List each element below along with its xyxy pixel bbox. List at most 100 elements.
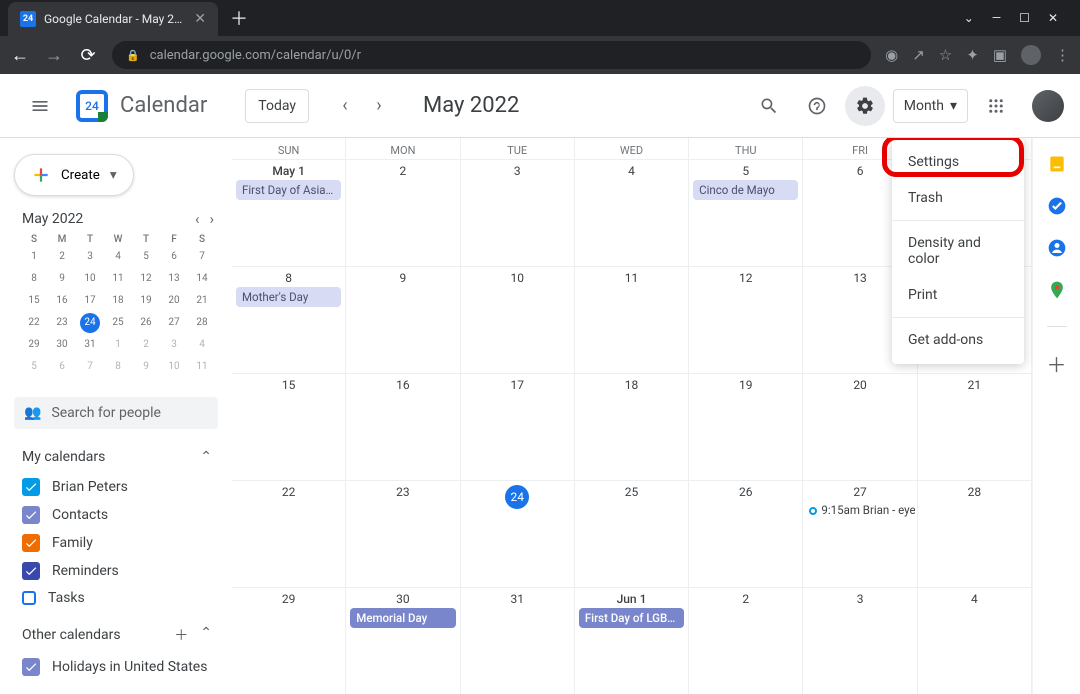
day-cell[interactable]: 10 bbox=[461, 267, 575, 373]
app-logo[interactable]: 24 Calendar bbox=[72, 86, 207, 126]
maximize-icon[interactable]: ☐ bbox=[1019, 11, 1030, 25]
mini-day-cell[interactable]: 22 bbox=[24, 313, 44, 333]
star-icon[interactable]: ☆ bbox=[939, 46, 952, 64]
mini-day-cell[interactable]: 10 bbox=[80, 269, 100, 289]
day-cell[interactable]: 5Cinco de Mayo bbox=[689, 160, 803, 266]
day-cell[interactable]: 29 bbox=[232, 588, 346, 694]
mini-day-cell[interactable]: 6 bbox=[164, 247, 184, 267]
mini-day-cell[interactable]: 4 bbox=[108, 247, 128, 267]
create-button[interactable]: Create ▾ bbox=[14, 154, 134, 196]
mini-next-icon[interactable]: › bbox=[209, 210, 214, 228]
mini-day-cell[interactable]: 17 bbox=[80, 291, 100, 311]
search-people-input[interactable]: 👥 Search for people bbox=[14, 397, 218, 429]
mini-day-cell[interactable]: 23 bbox=[52, 313, 72, 333]
event-chip[interactable]: Mother's Day bbox=[236, 287, 341, 307]
calendar-checkbox[interactable] bbox=[22, 562, 40, 580]
day-cell[interactable]: 31 bbox=[461, 588, 575, 694]
day-cell[interactable]: 8Mother's Day bbox=[232, 267, 346, 373]
help-icon[interactable] bbox=[797, 86, 837, 126]
day-cell[interactable]: 3 bbox=[803, 588, 917, 694]
mini-day-cell[interactable]: 13 bbox=[164, 269, 184, 289]
calendar-checkbox[interactable] bbox=[22, 658, 40, 676]
day-cell[interactable]: 19 bbox=[689, 374, 803, 480]
mini-day-cell[interactable]: 4 bbox=[192, 335, 212, 355]
day-cell[interactable]: 18 bbox=[575, 374, 689, 480]
day-cell[interactable]: 2 bbox=[689, 588, 803, 694]
mini-day-cell[interactable]: 8 bbox=[108, 357, 128, 377]
day-cell[interactable]: 2 bbox=[346, 160, 460, 266]
today-button[interactable]: Today bbox=[245, 89, 309, 123]
settings-menu-item[interactable]: Print bbox=[892, 277, 1024, 313]
mini-day-cell[interactable]: 16 bbox=[52, 291, 72, 311]
mini-day-cell[interactable]: 28 bbox=[192, 313, 212, 333]
day-cell[interactable]: 21 bbox=[918, 374, 1032, 480]
view-selector[interactable]: Month▾ bbox=[893, 89, 968, 123]
day-cell[interactable]: 3 bbox=[461, 160, 575, 266]
calendar-checkbox[interactable] bbox=[22, 534, 40, 552]
day-cell[interactable]: 30Memorial Day bbox=[346, 588, 460, 694]
calendar-item[interactable]: Reminders bbox=[22, 557, 212, 585]
nav-back-icon[interactable]: ← bbox=[10, 45, 30, 66]
mini-day-cell[interactable]: 5 bbox=[136, 247, 156, 267]
day-cell[interactable]: 22 bbox=[232, 481, 346, 587]
mini-day-cell[interactable]: 2 bbox=[136, 335, 156, 355]
event-chip[interactable]: Cinco de Mayo bbox=[693, 180, 798, 200]
calendar-item[interactable]: Holidays in United States bbox=[22, 653, 212, 681]
day-cell[interactable]: 20 bbox=[803, 374, 917, 480]
mini-day-cell[interactable]: 7 bbox=[80, 357, 100, 377]
nav-reload-icon[interactable]: ⟳ bbox=[78, 45, 98, 66]
tasks-icon[interactable] bbox=[1047, 196, 1067, 216]
minimize-icon[interactable]: — bbox=[992, 11, 1001, 25]
day-cell[interactable]: 28 bbox=[918, 481, 1032, 587]
add-calendar-icon[interactable]: ＋ bbox=[174, 625, 188, 645]
keep-icon[interactable] bbox=[1047, 154, 1067, 174]
mini-day-cell[interactable]: 30 bbox=[52, 335, 72, 355]
mini-day-cell[interactable]: 1 bbox=[24, 247, 44, 267]
mini-day-cell[interactable]: 10 bbox=[164, 357, 184, 377]
mini-day-cell[interactable]: 24 bbox=[80, 313, 100, 333]
day-cell[interactable]: 11 bbox=[575, 267, 689, 373]
day-cell[interactable]: 279:15am Brian - eye bbox=[803, 481, 917, 587]
extensions-icon[interactable]: ✦ bbox=[966, 46, 979, 64]
mini-day-cell[interactable]: 15 bbox=[24, 291, 44, 311]
calendar-item[interactable]: Brian Peters bbox=[22, 473, 212, 501]
mini-day-cell[interactable]: 18 bbox=[108, 291, 128, 311]
mini-day-cell[interactable]: 12 bbox=[136, 269, 156, 289]
kebab-icon[interactable]: ⋮ bbox=[1055, 46, 1070, 64]
google-apps-icon[interactable] bbox=[976, 86, 1016, 126]
settings-menu-item[interactable]: Trash bbox=[892, 180, 1024, 216]
mini-day-cell[interactable]: 25 bbox=[108, 313, 128, 333]
tab-close-icon[interactable]: ✕ bbox=[194, 11, 206, 27]
day-cell[interactable]: May 1First Day of Asian F bbox=[232, 160, 346, 266]
event-line[interactable]: 9:15am Brian - eye bbox=[805, 501, 914, 519]
settings-gear-icon[interactable] bbox=[845, 86, 885, 126]
day-cell[interactable]: 15 bbox=[232, 374, 346, 480]
chevron-up-icon[interactable]: ⌃ bbox=[200, 625, 212, 645]
eye-icon[interactable]: ◉ bbox=[885, 46, 898, 64]
search-icon[interactable] bbox=[749, 86, 789, 126]
new-tab-button[interactable]: ＋ bbox=[218, 5, 260, 31]
mini-day-cell[interactable]: 14 bbox=[192, 269, 212, 289]
event-chip[interactable]: First Day of LGBTQ bbox=[579, 608, 684, 628]
day-cell[interactable]: 9 bbox=[346, 267, 460, 373]
day-cell[interactable]: 26 bbox=[689, 481, 803, 587]
mini-day-cell[interactable]: 31 bbox=[80, 335, 100, 355]
event-chip[interactable]: Memorial Day bbox=[350, 608, 455, 628]
calendar-checkbox[interactable] bbox=[22, 506, 40, 524]
mini-day-cell[interactable]: 11 bbox=[108, 269, 128, 289]
day-cell[interactable]: 12 bbox=[689, 267, 803, 373]
settings-menu-item[interactable]: Get add-ons bbox=[892, 322, 1024, 358]
mini-day-cell[interactable]: 19 bbox=[136, 291, 156, 311]
mini-day-cell[interactable]: 21 bbox=[192, 291, 212, 311]
mini-day-cell[interactable]: 26 bbox=[136, 313, 156, 333]
mini-day-cell[interactable]: 9 bbox=[52, 269, 72, 289]
mini-day-cell[interactable]: 9 bbox=[136, 357, 156, 377]
day-cell[interactable]: 23 bbox=[346, 481, 460, 587]
day-cell[interactable]: 16 bbox=[346, 374, 460, 480]
next-month-icon[interactable]: › bbox=[363, 90, 395, 122]
maps-icon[interactable] bbox=[1047, 280, 1067, 300]
day-cell[interactable]: 4 bbox=[575, 160, 689, 266]
mini-prev-icon[interactable]: ‹ bbox=[195, 210, 200, 228]
contacts-icon[interactable] bbox=[1047, 238, 1067, 258]
mini-day-cell[interactable]: 11 bbox=[192, 357, 212, 377]
